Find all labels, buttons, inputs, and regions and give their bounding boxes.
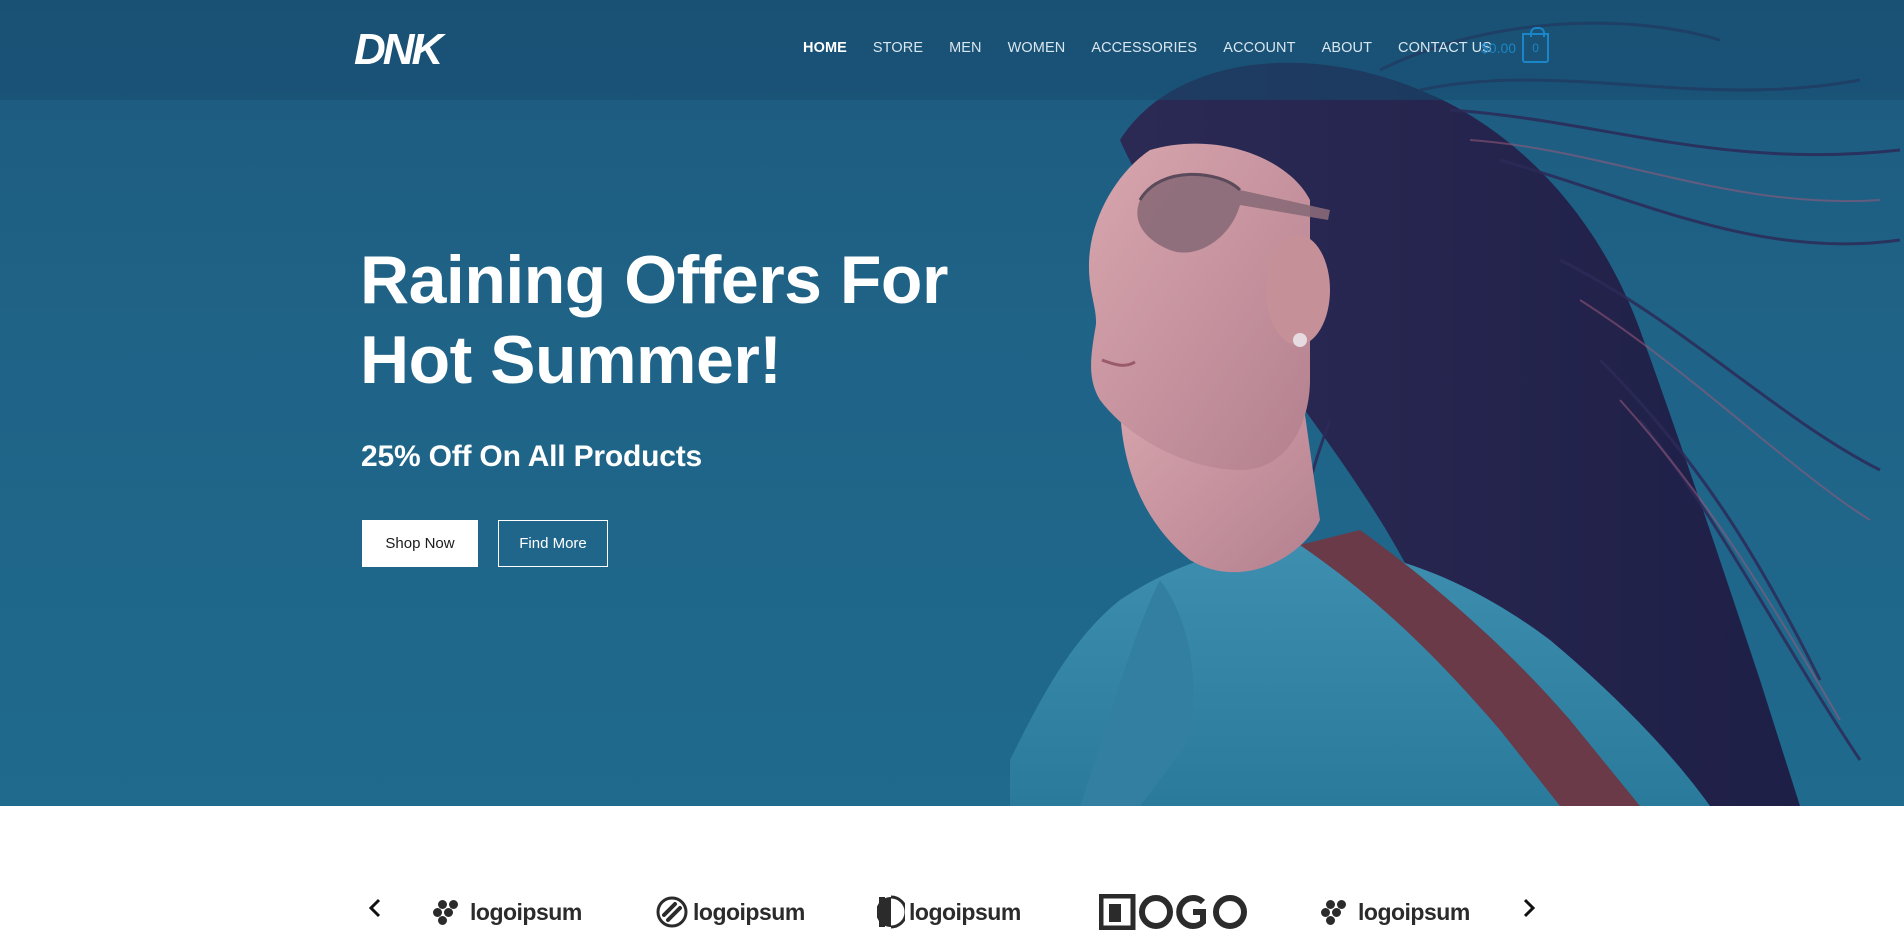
- chevron-left-icon: [368, 898, 381, 918]
- circle-slash-icon: [656, 896, 688, 928]
- hero-subtitle: 25% Off On All Products: [361, 440, 703, 473]
- main-navigation: HOME STORE MEN WOMEN ACCESSORIES ACCOUNT…: [803, 40, 1518, 56]
- partner-logo-text: logoipsum: [909, 898, 1021, 925]
- partner-logo-1: logoipsum: [432, 892, 582, 932]
- partner-logo-text: logoipsum: [1358, 898, 1470, 925]
- partner-logo-text: logoipsum: [693, 898, 805, 925]
- nav-item-account[interactable]: ACCOUNT: [1223, 40, 1295, 56]
- partner-logo-4: [1099, 892, 1249, 932]
- partner-logo-5: logoipsum: [1320, 892, 1470, 932]
- nav-item-contact-us[interactable]: CONTACT US: [1398, 40, 1492, 56]
- nav-item-store[interactable]: STORE: [873, 40, 923, 56]
- dnk-logo[interactable]: DNK: [352, 22, 470, 74]
- hero-title-line-1: Raining Offers For: [360, 242, 948, 318]
- shop-now-button[interactable]: Shop Now: [362, 520, 478, 567]
- nav-item-women[interactable]: WOMEN: [1008, 40, 1066, 56]
- nav-item-home[interactable]: HOME: [803, 40, 847, 56]
- find-more-button[interactable]: Find More: [498, 520, 608, 567]
- flower-mark-icon: [1321, 900, 1346, 925]
- cart-total: $0.00: [1481, 40, 1517, 56]
- half-circle-icon: [877, 895, 905, 929]
- hero-section: DNK HOME STORE MEN WOMEN ACCESSORIES ACC…: [0, 0, 1904, 806]
- hero-title: Raining Offers For Hot Summer!: [360, 240, 1000, 400]
- partner-logo-text: logoipsum: [470, 898, 582, 925]
- nav-item-men[interactable]: MEN: [949, 40, 982, 56]
- logo-text: DNK: [354, 25, 447, 74]
- partner-logo-2: logoipsum: [655, 892, 805, 932]
- logo-wordmark: [1099, 894, 1247, 930]
- carousel-next-button[interactable]: [1517, 896, 1541, 920]
- carousel-prev-button[interactable]: [363, 896, 387, 920]
- nav-item-about[interactable]: ABOUT: [1322, 40, 1372, 56]
- shopping-bag-icon: 0: [1522, 27, 1550, 63]
- hero-portrait-image: [1010, 21, 1901, 806]
- hero-title-line-2: Hot Summer!: [360, 322, 782, 398]
- partner-logo-3: logoipsum: [877, 892, 1021, 932]
- flower-mark-icon: [433, 900, 458, 925]
- cart-count: 0: [1532, 41, 1539, 55]
- cart-button[interactable]: $0.00 0: [1481, 27, 1550, 63]
- nav-item-accessories[interactable]: ACCESSORIES: [1091, 40, 1197, 56]
- chevron-right-icon: [1523, 898, 1536, 918]
